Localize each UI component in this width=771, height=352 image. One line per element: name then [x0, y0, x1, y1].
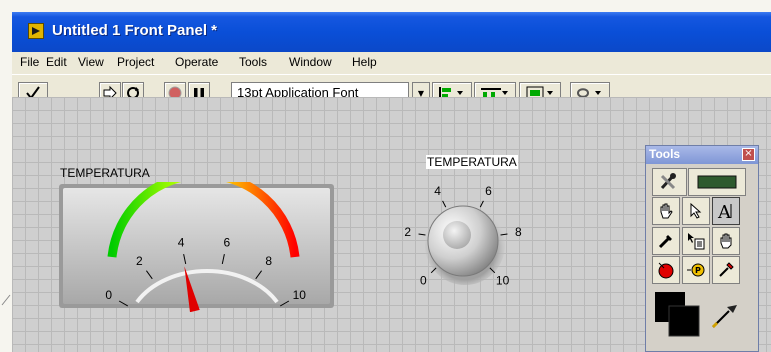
title-bar[interactable]: Untitled 1 Front Panel * [12, 12, 771, 52]
gauge-tick-label: 8 [265, 254, 272, 268]
svg-text:P: P [695, 266, 701, 275]
knob-tick-label: 4 [434, 184, 441, 198]
gauge-tick-label: 0 [105, 288, 112, 302]
menu-project[interactable]: Project [117, 55, 154, 69]
position-size-select-icon[interactable] [682, 197, 710, 225]
desktop-handle [1, 294, 11, 306]
gauge-tick-label: 4 [178, 235, 185, 249]
knob-tick [479, 200, 484, 208]
knob-tick-label: 8 [515, 225, 522, 239]
set-color-icon[interactable] [704, 296, 744, 336]
menu-edit[interactable]: Edit [46, 55, 67, 69]
menu-help[interactable]: Help [352, 55, 377, 69]
knob-tick-label: 0 [420, 274, 427, 288]
gauge-tick-label: 10 [293, 288, 307, 302]
gauge-tick-label: 6 [224, 235, 231, 249]
knob-label[interactable]: TEMPERATURA [426, 155, 518, 169]
knob-cap [443, 221, 471, 249]
object-shortcut-menu-icon[interactable] [682, 227, 710, 255]
tools-palette[interactable]: Tools × A P [645, 145, 759, 352]
knob-control[interactable]: 0 2 4 6 8 10 [400, 183, 530, 303]
menu-file[interactable]: File [20, 55, 39, 69]
knob-tick [442, 200, 447, 208]
gauge-indicator[interactable]: 0 2 4 6 8 10 [57, 182, 337, 312]
gauge-tick-label: 2 [136, 254, 143, 268]
set-clear-breakpoint-icon[interactable] [652, 256, 680, 284]
probe-data-icon[interactable]: P [682, 256, 710, 284]
set-color-swatches[interactable] [652, 286, 702, 342]
window-title: Untitled 1 Front Panel * [52, 22, 218, 39]
scroll-window-icon[interactable] [712, 227, 740, 255]
knob-tick-label: 10 [496, 274, 510, 288]
menu-operate[interactable]: Operate [175, 55, 218, 69]
gauge-label[interactable]: TEMPERATURA [60, 166, 150, 180]
connect-wire-icon[interactable] [652, 227, 680, 255]
automatic-selection-icon[interactable] [652, 168, 687, 196]
get-color-icon[interactable] [712, 256, 740, 284]
menu-tools[interactable]: Tools [239, 55, 267, 69]
front-panel-canvas[interactable]: TEMPERATURA 0 2 4 6 8 10 TEMPERATURA 0 2… [12, 97, 771, 352]
operate-value-icon[interactable] [652, 197, 680, 225]
knob-tick-label: 6 [485, 184, 492, 198]
edit-text-icon[interactable]: A [712, 197, 740, 225]
knob-tick-label: 2 [404, 225, 411, 239]
svg-text:A: A [717, 202, 732, 221]
close-icon[interactable]: × [742, 148, 755, 161]
menu-bar: File Edit View Project Operate Tools Win… [12, 52, 771, 75]
menu-window[interactable]: Window [289, 55, 332, 69]
lcd-indicator-icon [688, 168, 746, 196]
labview-app-icon [28, 23, 44, 39]
knob-tick [418, 233, 426, 236]
menu-view[interactable]: View [78, 55, 104, 69]
